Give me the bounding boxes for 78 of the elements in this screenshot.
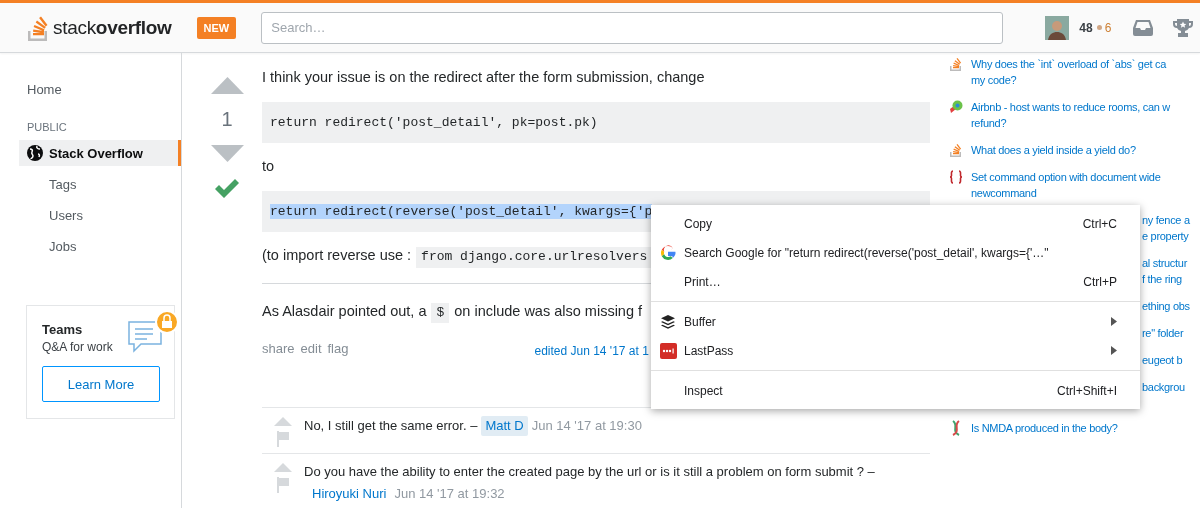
braces-icon	[948, 169, 964, 185]
bronze-badge-count: 6	[1096, 20, 1112, 35]
hot-question-link[interactable]: newcommand	[971, 185, 1161, 201]
hot-question-link[interactable]: refund?	[971, 115, 1170, 131]
menu-item[interactable]: Buffer	[651, 307, 1140, 336]
teams-title: Teams	[42, 322, 84, 337]
hot-question-link[interactable]: Is NMDA produced in the body?	[971, 420, 1118, 436]
upvote-icon[interactable]	[274, 463, 292, 473]
answer-text: to	[262, 156, 275, 176]
menu-item[interactable]: Inspect Ctrl+Shift+I	[651, 376, 1140, 405]
menu-item[interactable]: Print… Ctrl+P	[651, 267, 1140, 296]
chat-lock-icon	[127, 310, 179, 356]
flag-icon[interactable]	[276, 477, 290, 494]
comment-user[interactable]: Matt D	[481, 416, 528, 436]
upvote-icon[interactable]	[210, 77, 244, 94]
hot-question-link[interactable]: backgrou	[1142, 379, 1185, 395]
stack-icon	[948, 56, 964, 72]
inline-code: from django.core.urlresolvers	[416, 246, 653, 268]
nav-item[interactable]: Users	[0, 203, 181, 229]
hot-question-link[interactable]: al structur	[1142, 255, 1187, 271]
nav-item[interactable]: Jobs	[0, 234, 181, 260]
hot-question-link[interactable]: Airbnb - host wants to reduce rooms, can w	[971, 99, 1170, 115]
menu-item[interactable]: Search Google for "return redirect(reverse('post_detail', kwargs={'…"	[651, 238, 1140, 267]
nav-heading: PUBLIC	[26, 121, 68, 133]
submenu-arrow-icon	[1111, 317, 1117, 326]
learn-more-button[interactable]: Learn More	[42, 366, 160, 402]
pin-icon	[948, 99, 964, 115]
downvote-icon[interactable]	[210, 145, 244, 162]
google-icon	[660, 244, 676, 261]
menu-item[interactable]: Copy Ctrl+C	[651, 209, 1140, 238]
answer-text: As Alasdair pointed out, a	[262, 301, 427, 321]
answer-text: (to import reverse use :	[262, 245, 412, 265]
lastpass-icon	[659, 342, 677, 359]
comment-text: No, I still get the same error. –	[304, 418, 478, 434]
comment-time: Jun 14 '17 at 19:30	[531, 418, 642, 434]
nav-item[interactable]: Stack Overflow	[19, 140, 181, 166]
new-badge: NEW	[196, 16, 237, 39]
hot-question-link[interactable]: re" folder	[1142, 325, 1184, 341]
submenu-arrow-icon	[1111, 346, 1117, 355]
vote-count: 1	[221, 108, 233, 131]
hot-question-link[interactable]: f the ring	[1142, 271, 1187, 287]
flag-icon[interactable]	[276, 431, 290, 448]
hot-question-link[interactable]: What does a yield inside a yield do?	[971, 142, 1136, 158]
avatar[interactable]	[1045, 15, 1070, 40]
inline-code: $	[431, 302, 450, 324]
hot-question-link[interactable]: ething obs	[1142, 298, 1190, 314]
stack-icon	[948, 142, 964, 158]
menu-shortcut: Ctrl+Shift+I	[1056, 383, 1117, 398]
hot-question-link[interactable]: e property	[1142, 228, 1190, 244]
comment-text: Do you have the ability to enter the created page by the url or is it still a problem on form submit ? –	[304, 464, 875, 480]
hot-question-link[interactable]: Set command option with document wide	[971, 169, 1161, 185]
hot-question-link[interactable]: eugeot b	[1142, 352, 1183, 368]
search-field[interactable]: Search…	[261, 11, 1004, 44]
post-action-link[interactable]: share	[262, 340, 295, 356]
logo[interactable]: stackoverflow	[53, 16, 172, 39]
menu-shortcut: Ctrl+P	[1083, 274, 1117, 289]
answer-text: on include was also missing f	[454, 301, 643, 321]
nav-item[interactable]: Home	[0, 82, 181, 121]
teams-subtitle: Q&A for work	[42, 340, 114, 354]
post-action-link[interactable]: flag	[327, 340, 349, 356]
post-action-link[interactable]: edit	[300, 340, 322, 356]
layers-icon	[660, 313, 676, 330]
menu-shortcut: Ctrl+C	[1082, 216, 1117, 231]
inbox-icon[interactable]	[1133, 19, 1154, 36]
reputation: 48	[1079, 20, 1093, 35]
nav-item[interactable]: Tags	[0, 172, 181, 198]
upvote-icon[interactable]	[274, 417, 292, 427]
hot-question-link[interactable]: my code?	[971, 72, 1166, 88]
trophy-icon[interactable]	[1173, 18, 1194, 37]
hot-question-link[interactable]: Why does the `int` overload of `abs` get ca	[971, 56, 1166, 72]
menu-item[interactable]: LastPass	[651, 336, 1140, 365]
comment-user[interactable]: Hiroyuki Nuri	[308, 484, 391, 504]
answer-text: I think your issue is on the redirect after the form submission, change	[262, 68, 705, 87]
comment-time: Jun 14 '17 at 19:32	[394, 486, 505, 502]
hot-question-link[interactable]: ny fence a	[1142, 212, 1190, 228]
globe-icon	[27, 145, 43, 161]
code-line: return redirect('post_detail', pk=post.pk)	[270, 114, 598, 130]
edited-link[interactable]: edited Jun 14 '17 at 1	[534, 344, 649, 359]
